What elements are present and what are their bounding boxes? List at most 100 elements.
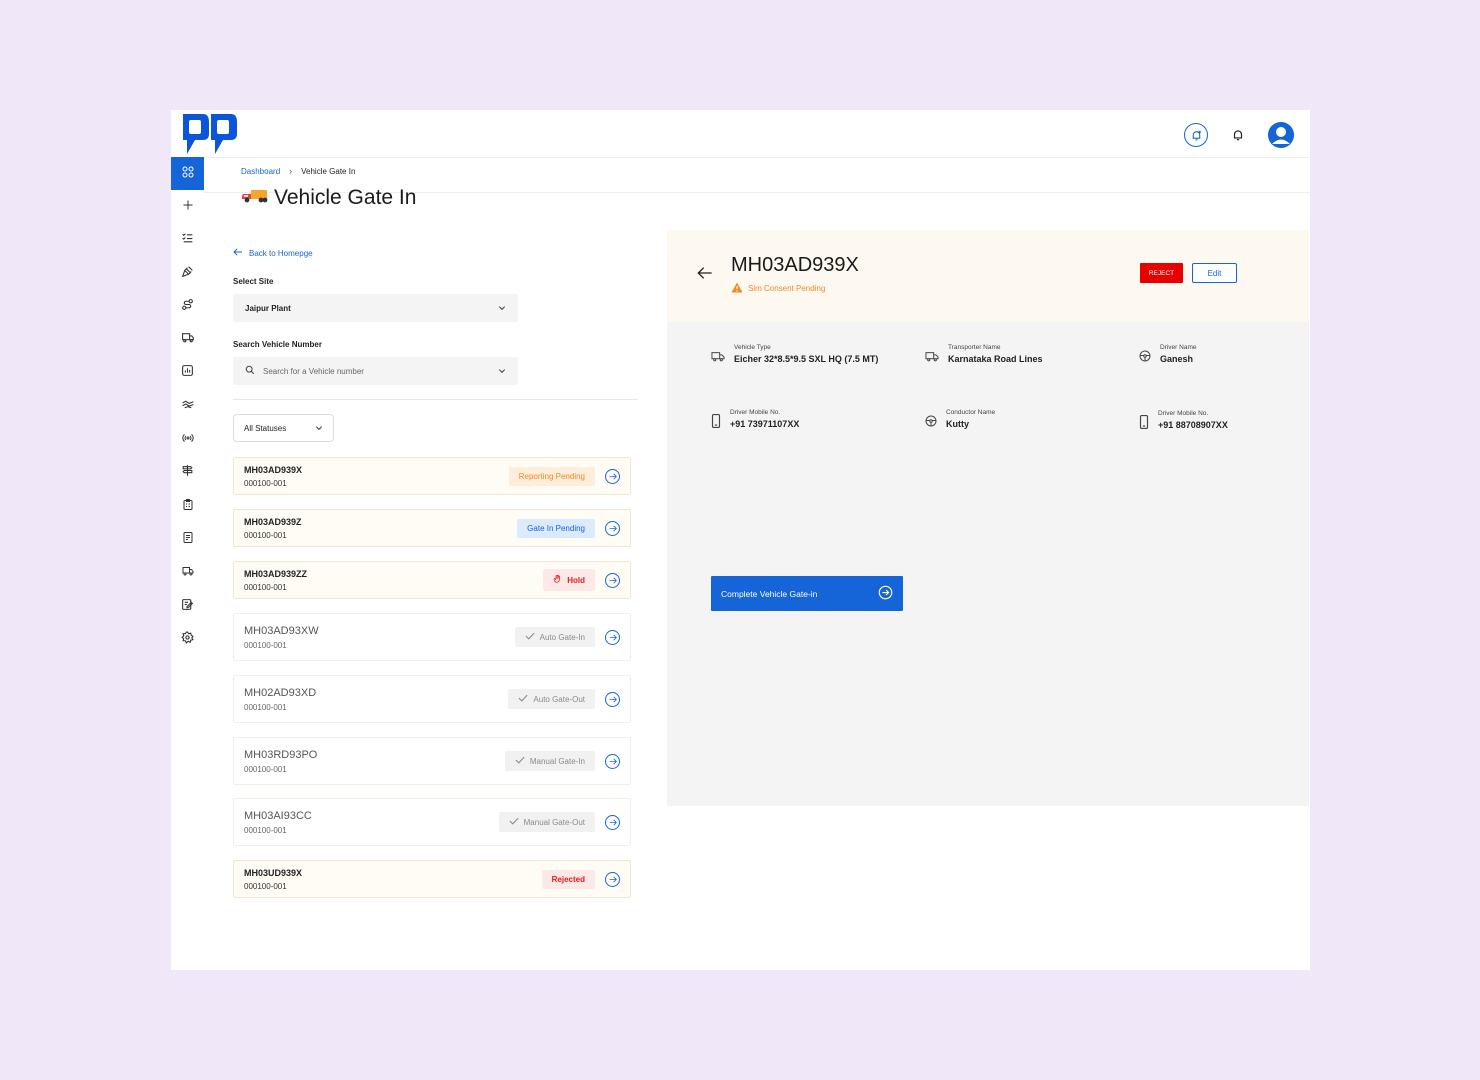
arrow-right-circle-icon[interactable] xyxy=(605,629,620,645)
vehicle-code: 000100-001 xyxy=(244,825,287,835)
sim-consent-label: Sim Consent Pending xyxy=(748,284,826,293)
chevron-right-icon: › xyxy=(289,166,293,176)
vehicle-search-input[interactable]: Search for a Vehicle number xyxy=(233,357,518,385)
vehicle-number: MH03AI93CC xyxy=(244,809,312,822)
status-badge: Auto Gate-In xyxy=(514,627,595,647)
sidebar-item-tasks[interactable] xyxy=(171,224,204,257)
status-badge-label: Hold xyxy=(567,575,585,585)
sidebar-item-add[interactable] xyxy=(171,190,204,223)
sidebar-item-notes[interactable] xyxy=(171,590,204,623)
reject-button[interactable]: REJECT xyxy=(1140,263,1183,283)
sidebar-item-invoices[interactable] xyxy=(171,523,204,556)
vehicle-number: MH03RD93PO xyxy=(244,748,318,761)
status-badge-label: Auto Gate-In xyxy=(539,632,585,642)
sidebar-item-partners[interactable] xyxy=(171,390,204,423)
route-icon xyxy=(181,298,194,316)
vehicle-card[interactable]: MH03AD939ZZ 000100-001 Hold xyxy=(233,561,631,599)
arrow-right-circle-icon[interactable] xyxy=(605,520,620,536)
field-value: Ganesh xyxy=(1160,354,1194,364)
sidebar-item-settings[interactable] xyxy=(171,623,204,656)
check-icon xyxy=(525,632,535,642)
signpost-icon xyxy=(181,464,194,482)
checklist-icon xyxy=(181,231,194,249)
detail-header: MH03AD939X Sim Consent Pending REJECT Ed… xyxy=(667,230,1309,322)
vehicle-card[interactable]: MH02AD93XD 000100-001 Auto Gate-Out xyxy=(233,675,631,723)
vehicle-card[interactable]: MH03AD939Z 000100-001 Gate In Pending xyxy=(233,509,631,547)
sidebar-item-directions[interactable] xyxy=(171,457,204,490)
complete-gate-in-button[interactable]: Complete Vehicle Gate-in xyxy=(711,576,903,611)
bell-plus-icon[interactable] xyxy=(1184,123,1208,147)
sidebar-item-reports[interactable] xyxy=(171,357,204,390)
field-value: +91 73971107XX xyxy=(730,419,800,429)
status-badge-label: Auto Gate-Out xyxy=(533,694,585,704)
handshake-icon xyxy=(181,398,195,416)
vehicle-card[interactable]: MH03UD939X 000100-001 Rejected xyxy=(233,860,631,898)
vehicle-card[interactable]: MH03AD93XW 000100-001 Auto Gate-In xyxy=(233,613,631,661)
status-badge: Rejected xyxy=(541,869,595,889)
vehicle-number: MH03AD939ZZ xyxy=(244,568,308,579)
status-badge: Manual Gate-In xyxy=(504,751,595,771)
site-select[interactable]: Jaipur Plant xyxy=(233,294,518,322)
field-label: Driver Mobile No. xyxy=(730,409,781,416)
sidebar-item-fleet[interactable] xyxy=(171,323,204,356)
info-transporter-name: Transporter Name Karnataka Road Lines xyxy=(925,344,1043,367)
field-value: Eicher 32*8.5*9.5 SXL HQ (7.5 MT) xyxy=(734,354,879,364)
sidebar xyxy=(171,157,204,656)
status-filter-dropdown[interactable]: All Statuses xyxy=(233,414,334,442)
field-label: Transporter Name xyxy=(948,344,1001,351)
breadcrumb: Dashboard › Vehicle Gate In xyxy=(241,166,355,176)
vehicle-detail-panel: MH03AD939X Sim Consent Pending REJECT Ed… xyxy=(667,230,1309,806)
arrow-right-circle-icon[interactable] xyxy=(605,691,620,707)
sidebar-item-shipments[interactable] xyxy=(171,557,204,590)
app-window: Dashboard › Vehicle Gate In Vehicle Gate… xyxy=(171,110,1310,970)
status-badge: Reporting Pending xyxy=(508,466,595,486)
detail-vehicle-number: MH03AD939X xyxy=(731,254,859,276)
arrow-right-circle-icon[interactable] xyxy=(605,814,620,830)
vehicle-card[interactable]: MH03AD939X 000100-001 Reporting Pending xyxy=(233,457,631,495)
vehicle-number: MH03UD939X xyxy=(244,867,303,878)
sidebar-item-dashboard[interactable] xyxy=(171,157,204,191)
sim-consent-status: Sim Consent Pending xyxy=(731,282,825,295)
arrow-right-circle-icon xyxy=(878,585,893,602)
vehicle-code: 000100-001 xyxy=(244,881,287,891)
broadcast-icon xyxy=(181,431,195,449)
check-icon xyxy=(515,756,525,766)
arrow-right-circle-icon[interactable] xyxy=(605,753,620,769)
brand-logo[interactable] xyxy=(181,112,237,156)
search-vehicle-label: Search Vehicle Number xyxy=(233,340,322,349)
info-driver-mobile-alt: Driver Mobile No. +91 88708907XX xyxy=(1139,410,1228,434)
arrow-right-circle-icon[interactable] xyxy=(605,871,620,887)
edit-button[interactable]: Edit xyxy=(1192,263,1237,283)
back-to-homepage-link[interactable]: Back to Homepge xyxy=(233,248,313,258)
chart-icon xyxy=(181,364,194,382)
check-icon xyxy=(509,817,519,827)
sidebar-item-tracking[interactable] xyxy=(171,423,204,456)
sidebar-item-auction[interactable] xyxy=(171,257,204,290)
warning-icon xyxy=(731,282,743,295)
user-avatar-icon[interactable] xyxy=(1268,122,1294,148)
vehicle-code: 000100-001 xyxy=(244,530,287,540)
field-label: Conductor Name xyxy=(946,409,996,416)
chevron-down-icon xyxy=(315,424,323,433)
vehicle-card[interactable]: MH03AI93CC 000100-001 Manual Gate-Out xyxy=(233,798,631,846)
chevron-down-icon xyxy=(498,304,506,313)
vehicle-number: MH03AD939X xyxy=(244,464,303,475)
header-actions xyxy=(1184,122,1294,148)
field-label: Driver Name xyxy=(1160,344,1197,351)
bell-icon[interactable] xyxy=(1226,123,1250,147)
arrow-right-circle-icon[interactable] xyxy=(605,468,620,484)
sidebar-item-routes[interactable] xyxy=(171,290,204,323)
breadcrumb-dashboard-link[interactable]: Dashboard xyxy=(241,167,280,176)
arrow-left-icon[interactable] xyxy=(697,266,713,285)
arrow-right-circle-icon[interactable] xyxy=(605,572,620,588)
mobile-icon xyxy=(1139,415,1149,434)
info-vehicle-type: Vehicle Type Eicher 32*8.5*9.5 SXL HQ (7.… xyxy=(711,344,878,367)
vehicle-card[interactable]: MH03RD93PO 000100-001 Manual Gate-In xyxy=(233,737,631,785)
sidebar-item-checklist[interactable] xyxy=(171,490,204,523)
vehicle-code: 000100-001 xyxy=(244,582,287,592)
truck-icon xyxy=(711,349,725,367)
site-select-value: Jaipur Plant xyxy=(245,303,291,313)
search-placeholder: Search for a Vehicle number xyxy=(263,366,364,376)
steering-wheel-icon xyxy=(925,414,937,432)
truck-icon xyxy=(181,564,195,582)
